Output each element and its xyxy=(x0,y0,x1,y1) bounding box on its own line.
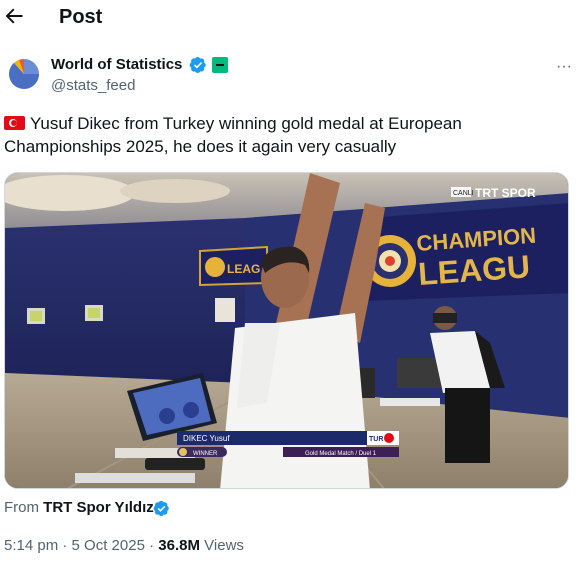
tweet-text-line-2: Championships 2025, he does it again ver… xyxy=(4,137,397,156)
meta-separator: · xyxy=(62,537,68,554)
scoreboard-overlay: DIKEC Yusuf TUR WINNER Gold Medal Match … xyxy=(177,431,399,457)
meta-separator: · xyxy=(149,537,155,554)
top-bar: Post xyxy=(0,0,584,36)
page-title: Post xyxy=(59,6,103,28)
views-count: 36.8M xyxy=(158,537,200,554)
back-button[interactable] xyxy=(2,4,26,28)
views-label: Views xyxy=(204,537,244,554)
tweet-text-line-1: Yusuf Dikec from Turkey winning gold med… xyxy=(30,114,462,133)
scoreboard-match: Gold Medal Match / Duel 1 xyxy=(305,451,377,457)
broadcaster-logo-text: TRT SPOR xyxy=(475,186,536,200)
tweet-text: Yusuf Dikec from Turkey winning gold med… xyxy=(4,112,574,158)
tweet-date-link[interactable]: 5 Oct 2025 xyxy=(72,537,145,554)
scoreboard-status: WINNER xyxy=(193,451,218,457)
banner-text-left: LEAG xyxy=(227,262,260,276)
broadcaster-live-text: CANLI xyxy=(453,190,474,197)
from-label: From xyxy=(4,499,39,516)
tweet-author: World of Statistics @stats_feed ··· xyxy=(4,54,580,96)
video-frame: CANLI TRT SPOR CHAMPION LEAGU LEAG DIKEC… xyxy=(5,173,568,488)
tweet-video[interactable]: CANLI TRT SPOR CHAMPION LEAGU LEAG DIKEC… xyxy=(4,172,569,489)
verified-badge-icon xyxy=(189,56,207,74)
scoreboard-country: TUR xyxy=(369,436,383,443)
turkey-flag-icon xyxy=(4,116,25,130)
more-options-button[interactable]: ··· xyxy=(556,58,572,76)
source-verified-badge-icon xyxy=(153,500,170,517)
author-name[interactable]: World of Statistics xyxy=(51,56,182,73)
arrow-left-icon xyxy=(5,8,23,24)
tweet-meta: 5:14 pm · 5 Oct 2025 · 36.8M Views xyxy=(4,537,244,554)
video-source: From TRT Spor Yıldız xyxy=(4,499,154,516)
avatar[interactable] xyxy=(6,56,42,92)
affiliate-badge-icon xyxy=(212,57,228,73)
author-handle[interactable]: @stats_feed xyxy=(51,77,135,94)
tweet-time-link[interactable]: 5:14 pm xyxy=(4,537,58,554)
pie-chart-avatar-icon xyxy=(7,57,41,91)
scoreboard-athlete: DIKEC Yusuf xyxy=(183,434,230,443)
source-name-link[interactable]: TRT Spor Yıldız xyxy=(43,499,154,516)
